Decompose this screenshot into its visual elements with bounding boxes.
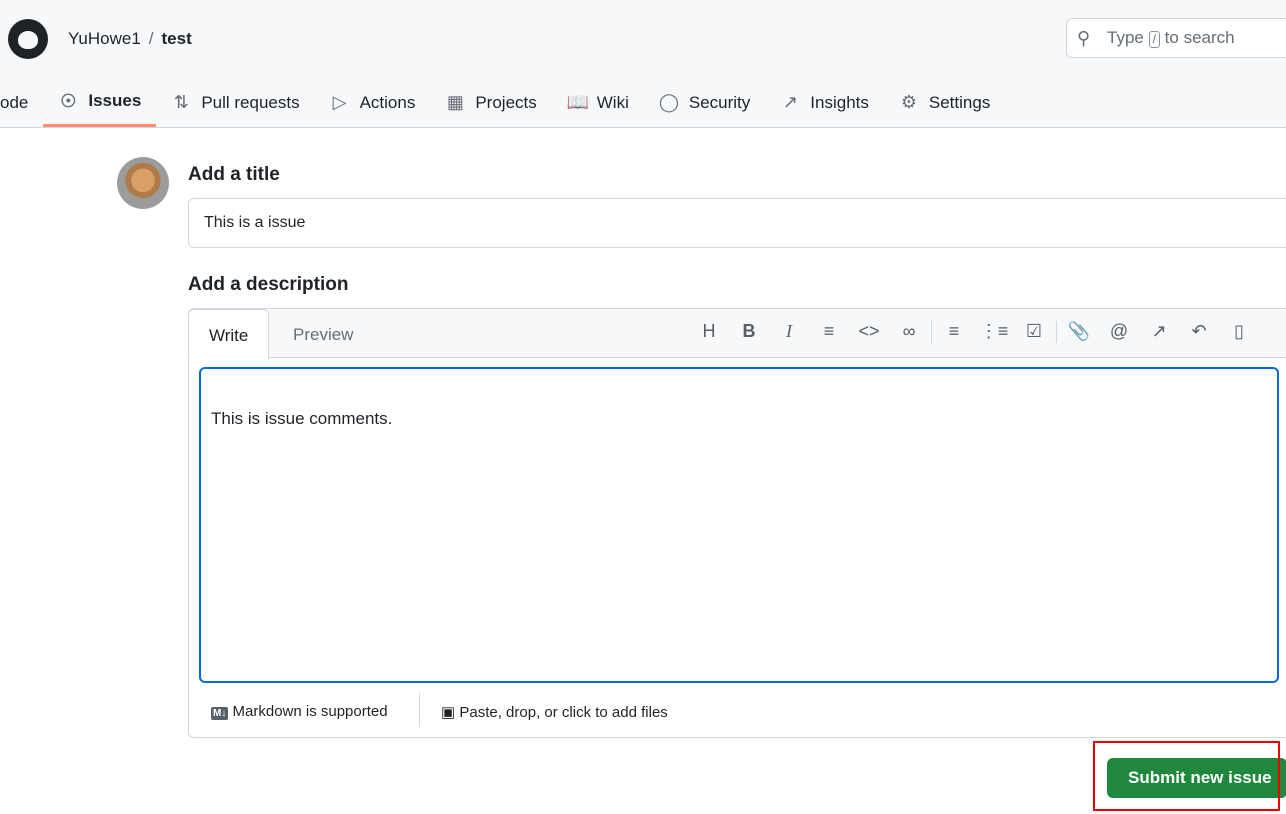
tab-label: Insights: [810, 92, 869, 112]
tab-actions[interactable]: ▷ Actions: [315, 78, 431, 127]
breadcrumb: YuHowe1 / test: [68, 29, 192, 49]
breadcrumb-separator: /: [148, 29, 154, 48]
markdown-link[interactable]: M↓ Markdown is supported: [211, 703, 388, 720]
search-icon: ⚲: [1077, 28, 1091, 48]
heading-icon[interactable]: H: [689, 321, 729, 343]
tab-label: ode: [0, 92, 29, 112]
toolbar-divider: [1056, 321, 1057, 343]
tab-projects[interactable]: ▦ Projects: [430, 78, 551, 127]
markdown-icon: M↓: [211, 707, 229, 720]
ordered-list-icon[interactable]: ≡: [934, 321, 974, 343]
quote-icon[interactable]: ≡: [809, 321, 849, 343]
tab-code[interactable]: ode: [0, 78, 43, 127]
markdown-toolbar: H B I ≡ <> ∞ ≡ ⋮≡ ☑ 📎 @ ↗ ↶ ▯: [689, 321, 1259, 343]
description-editor: Write Preview H B I ≡ <> ∞ ≡ ⋮≡ ☑ 📎 @ ↗ …: [188, 308, 1286, 738]
repo-link[interactable]: test: [162, 29, 192, 48]
editor-tabs: Write Preview H B I ≡ <> ∞ ≡ ⋮≡ ☑ 📎 @ ↗ …: [188, 309, 1286, 359]
github-logo-icon[interactable]: [8, 19, 48, 59]
toolbar-divider: [931, 321, 932, 343]
shield-icon: ◯: [658, 92, 680, 112]
repo-header: YuHowe1 / test ⚲ Type / to search ode ☉ Iss…: [0, 0, 1286, 128]
play-icon: ▷: [332, 92, 347, 112]
slash-command-icon[interactable]: ▯: [1219, 321, 1259, 343]
code-icon[interactable]: <>: [849, 321, 889, 343]
graph-icon: ↗: [782, 92, 798, 112]
tab-label: Issues: [88, 91, 142, 110]
attach-files-button[interactable]: ▣ Paste, drop, or click to add files: [441, 703, 668, 721]
avatar: [117, 157, 169, 209]
owner-link[interactable]: YuHowe1: [68, 29, 141, 48]
title-label: Add a title: [188, 164, 280, 185]
tab-label: Actions: [359, 92, 416, 112]
tab-wiki[interactable]: 📖 Wiki: [552, 78, 644, 127]
search-input[interactable]: ⚲ Type / to search: [1066, 18, 1286, 58]
tab-settings[interactable]: ⚙ Settings: [884, 78, 1005, 127]
footer-divider: [419, 693, 420, 727]
description-label: Add a description: [188, 274, 349, 295]
cross-reference-icon[interactable]: ↗: [1139, 321, 1179, 343]
tab-security[interactable]: ◯ Security: [644, 78, 765, 127]
tab-label: Projects: [475, 92, 537, 112]
tab-insights[interactable]: ↗ Insights: [765, 78, 884, 127]
reply-icon[interactable]: ↶: [1179, 321, 1219, 343]
attach-note: Paste, drop, or click to add files: [459, 704, 668, 721]
preview-tab[interactable]: Preview: [273, 309, 373, 358]
table-icon: ▦: [446, 92, 464, 112]
pull-request-icon: ⇅: [173, 92, 189, 112]
tab-pull-requests[interactable]: ⇅ Pull requests: [156, 78, 314, 127]
task-list-icon[interactable]: ☑: [1014, 321, 1054, 343]
link-icon[interactable]: ∞: [889, 321, 929, 343]
book-icon: 📖: [566, 92, 590, 112]
markdown-note: Markdown is supported: [232, 703, 388, 720]
comment-textarea[interactable]: This is issue comments.: [199, 367, 1279, 683]
tab-issues[interactable]: ☉ Issues: [43, 78, 157, 127]
search-prefix: Type: [1107, 28, 1144, 47]
repo-nav: ode ☉ Issues ⇅ Pull requests ▷ Actions ▦ Pro…: [0, 78, 1005, 128]
tab-label: Security: [688, 92, 751, 112]
image-icon: ▣: [441, 704, 456, 721]
tab-label: Settings: [928, 92, 991, 112]
write-tab[interactable]: Write: [188, 309, 270, 359]
unordered-list-icon[interactable]: ⋮≡: [974, 321, 1014, 343]
search-shortcut-key: /: [1148, 31, 1160, 48]
bold-icon[interactable]: B: [729, 321, 769, 343]
tab-label: Wiki: [596, 92, 629, 112]
search-suffix: to search: [1164, 28, 1235, 47]
mention-icon[interactable]: @: [1099, 321, 1139, 343]
highlight-box: [1093, 741, 1280, 811]
italic-icon[interactable]: I: [769, 321, 809, 343]
editor-footer: M↓ Markdown is supported ▣ Paste, drop, …: [189, 681, 1286, 737]
issue-icon: ☉: [60, 90, 77, 111]
gear-icon: ⚙: [900, 92, 917, 112]
title-input[interactable]: This is a issue: [188, 198, 1286, 248]
attach-icon[interactable]: 📎: [1059, 321, 1099, 343]
tab-label: Pull requests: [201, 92, 300, 112]
